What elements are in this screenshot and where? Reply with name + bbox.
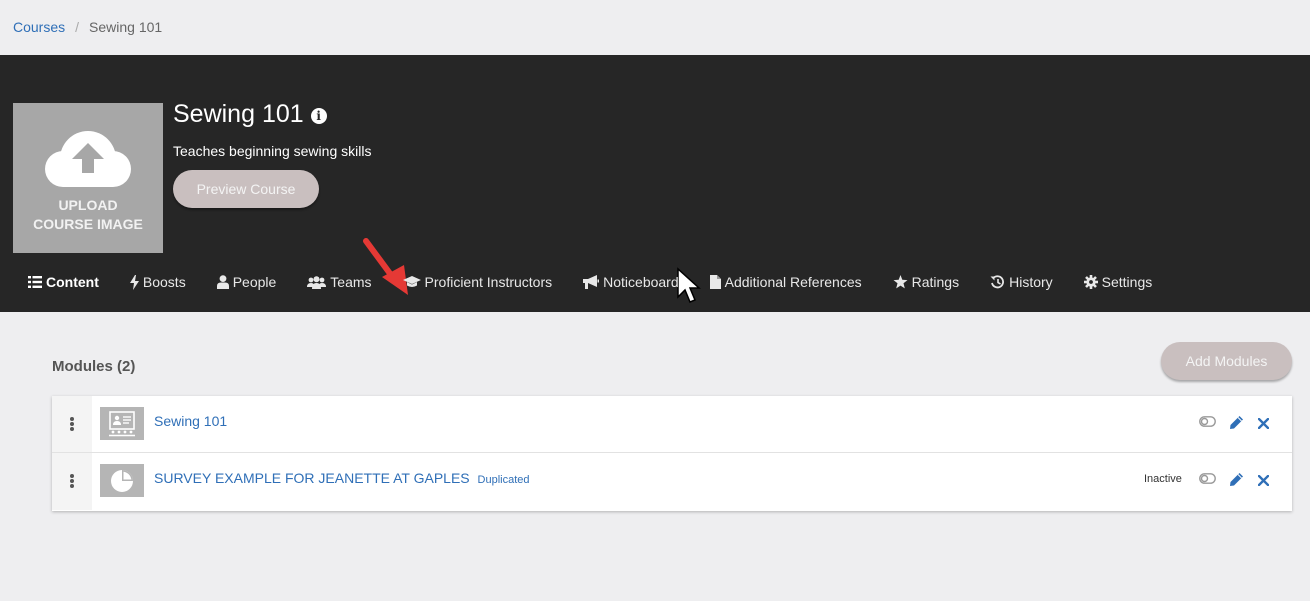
tab-boosts[interactable]: Boosts (129, 274, 186, 290)
breadcrumb-courses-link[interactable]: Courses (13, 19, 65, 35)
tab-label: Content (46, 274, 99, 290)
toggle-icon[interactable] (1199, 414, 1216, 432)
user-icon (216, 275, 229, 289)
drag-handle-icon[interactable] (52, 453, 92, 510)
upload-label-line1: UPLOAD (58, 197, 118, 213)
module-row: Sewing 101 (52, 396, 1292, 453)
breadcrumb-separator: / (75, 19, 80, 35)
tab-label: Additional References (724, 274, 862, 290)
delete-x-icon[interactable] (1257, 416, 1270, 434)
drag-handle-icon[interactable] (52, 396, 92, 452)
tab-label: Ratings (911, 274, 960, 290)
list-icon (28, 276, 42, 288)
edit-pencil-icon[interactable] (1229, 415, 1244, 435)
module-name-text: SURVEY EXAMPLE FOR JEANETTE AT GAPLES (154, 470, 470, 486)
upload-course-image-button[interactable]: UPLOAD COURSE IMAGE (13, 103, 163, 253)
users-icon (307, 275, 327, 289)
tab-ratings[interactable]: Ratings (893, 274, 959, 290)
tab-settings[interactable]: Settings (1083, 274, 1153, 290)
module-name-link[interactable]: Sewing 101 (154, 413, 227, 429)
upload-label-line2: COURSE IMAGE (33, 216, 143, 232)
history-icon (990, 275, 1005, 289)
star-icon (893, 275, 908, 289)
duplicated-tag: Duplicated (477, 474, 530, 486)
module-name-link[interactable]: SURVEY EXAMPLE FOR JEANETTE AT GAPLES Du… (154, 470, 530, 486)
pie-chart-icon (100, 464, 144, 497)
course-header: UPLOAD COURSE IMAGE Sewing 101 i Teaches… (0, 55, 1310, 312)
breadcrumb-current: Sewing 101 (89, 19, 163, 35)
file-icon (709, 275, 721, 289)
add-modules-button[interactable]: Add Modules (1161, 342, 1292, 380)
course-description: Teaches beginning sewing skills (173, 143, 372, 159)
preview-course-button[interactable]: Preview Course (173, 170, 319, 208)
tab-proficient-instructors[interactable]: Proficient Instructors (402, 274, 553, 290)
tab-noticeboard[interactable]: Noticeboard (583, 274, 679, 290)
module-list: Sewing 101 SURVEY EXAMPLE FOR JEANETTE A… (52, 396, 1292, 511)
tab-content[interactable]: Content (28, 274, 99, 290)
tab-history[interactable]: History (990, 274, 1053, 290)
megaphone-icon (583, 275, 600, 289)
course-title: Sewing 101 i (173, 100, 327, 129)
course-tabs: Content Boosts People Teams Proficient I… (28, 271, 1183, 293)
graduation-cap-icon (402, 276, 421, 288)
presentation-icon (100, 407, 144, 440)
tab-people[interactable]: People (216, 274, 277, 290)
info-icon[interactable]: i (310, 108, 327, 124)
tab-label: Boosts (142, 274, 186, 290)
tab-label: Proficient Instructors (424, 274, 553, 290)
tab-additional-references[interactable]: Additional References (709, 274, 862, 290)
status-badge: Inactive (1144, 473, 1182, 485)
upload-course-image-label: UPLOAD COURSE IMAGE (13, 196, 163, 234)
cloud-upload-icon (45, 131, 131, 187)
toggle-icon[interactable] (1199, 471, 1216, 489)
gear-icon (1083, 275, 1098, 289)
tab-label: Teams (330, 274, 372, 290)
delete-x-icon[interactable] (1257, 473, 1270, 491)
course-title-text: Sewing 101 (173, 100, 304, 128)
breadcrumb: Courses / Sewing 101 (13, 19, 162, 35)
tab-label: Noticeboard (603, 274, 679, 290)
module-row: SURVEY EXAMPLE FOR JEANETTE AT GAPLES Du… (52, 453, 1292, 510)
bolt-icon (129, 274, 139, 290)
tab-label: People (232, 274, 277, 290)
tab-label: History (1009, 274, 1053, 290)
tab-teams[interactable]: Teams (307, 274, 372, 290)
edit-pencil-icon[interactable] (1229, 472, 1244, 492)
modules-heading: Modules (2) (52, 358, 136, 375)
module-name-text: Sewing 101 (154, 413, 228, 429)
tab-label: Settings (1101, 274, 1153, 290)
